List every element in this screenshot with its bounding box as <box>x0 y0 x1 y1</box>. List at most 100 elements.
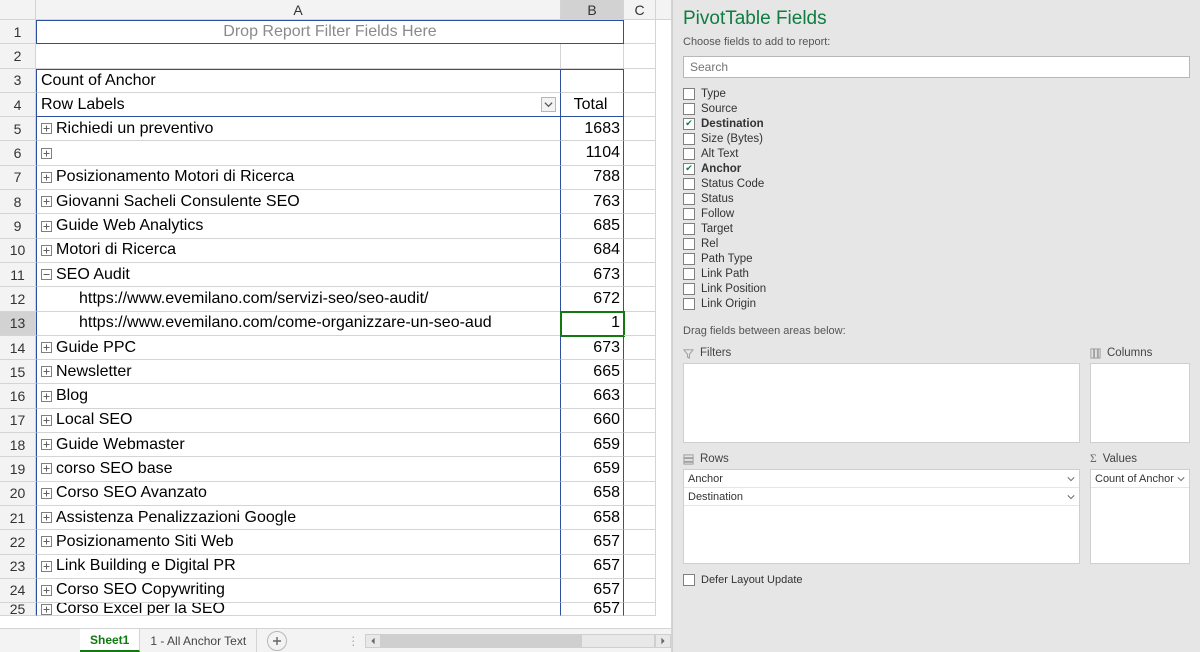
cell[interactable] <box>624 506 656 530</box>
field-checkbox[interactable] <box>683 88 695 100</box>
field-row[interactable]: Target <box>683 221 1190 236</box>
row-header[interactable]: 5 <box>0 117 36 141</box>
row-header[interactable]: 10 <box>0 239 36 263</box>
area-item[interactable]: Anchor <box>684 470 1079 488</box>
row-header[interactable]: 15 <box>0 360 36 384</box>
col-header-c[interactable]: C <box>624 0 656 19</box>
cell[interactable] <box>624 457 656 481</box>
chevron-down-icon[interactable] <box>1067 475 1075 483</box>
sheet-tab[interactable]: 1 - All Anchor Text <box>140 629 257 652</box>
pivot-group-cell[interactable]: Link Building e Digital PR <box>36 555 561 579</box>
row-header[interactable]: 14 <box>0 336 36 360</box>
cell[interactable] <box>624 384 656 408</box>
cell[interactable] <box>624 287 656 311</box>
cell[interactable] <box>624 93 656 117</box>
pivot-value-cell[interactable]: 1104 <box>561 141 624 165</box>
rows-drop-area[interactable]: AnchorDestination <box>683 469 1080 564</box>
field-checkbox[interactable] <box>683 118 695 130</box>
pivot-group-cell[interactable]: Corso SEO Avanzato <box>36 482 561 506</box>
field-checkbox[interactable] <box>683 133 695 145</box>
pivot-group-cell[interactable]: Local SEO <box>36 409 561 433</box>
expand-icon[interactable] <box>41 604 52 615</box>
pivot-child-cell[interactable]: https://www.evemilano.com/servizi-seo/se… <box>36 287 561 311</box>
row-header[interactable]: 18 <box>0 433 36 457</box>
report-filter-drop[interactable]: Drop Report Filter Fields Here <box>36 20 624 44</box>
filters-drop-area[interactable] <box>683 363 1080 443</box>
pivot-value-cell[interactable]: 658 <box>561 482 624 506</box>
cell[interactable] <box>624 69 656 93</box>
row-header[interactable]: 13 <box>0 312 36 336</box>
expand-icon[interactable] <box>41 245 52 256</box>
field-checkbox[interactable] <box>683 253 695 265</box>
pivot-value-cell[interactable]: 657 <box>561 555 624 579</box>
expand-icon[interactable] <box>41 148 52 159</box>
pivot-value-cell[interactable]: 684 <box>561 239 624 263</box>
cell[interactable] <box>624 190 656 214</box>
pivot-value-cell[interactable]: 663 <box>561 384 624 408</box>
pivot-value-cell[interactable]: 685 <box>561 214 624 238</box>
field-checkbox[interactable] <box>683 208 695 220</box>
row-header[interactable]: 6 <box>0 141 36 165</box>
pivot-group-cell[interactable]: Posizionamento Motori di Ricerca <box>36 166 561 190</box>
cell[interactable] <box>624 579 656 603</box>
field-row[interactable]: Rel <box>683 236 1190 251</box>
pivot-value-cell[interactable]: 672 <box>561 287 624 311</box>
row-header[interactable]: 11 <box>0 263 36 287</box>
h-scrollbar-thumb[interactable] <box>382 635 582 647</box>
expand-icon[interactable] <box>41 561 52 572</box>
row-header[interactable]: 9 <box>0 214 36 238</box>
expand-icon[interactable] <box>41 366 52 377</box>
field-row[interactable]: Link Path <box>683 266 1190 281</box>
row-header[interactable]: 19 <box>0 457 36 481</box>
col-header-b[interactable]: B <box>561 0 624 19</box>
cell[interactable] <box>624 360 656 384</box>
row-header[interactable]: 21 <box>0 506 36 530</box>
expand-icon[interactable] <box>41 172 52 183</box>
row-header[interactable]: 23 <box>0 555 36 579</box>
cell[interactable] <box>624 44 656 68</box>
pivot-value-cell[interactable]: 659 <box>561 457 624 481</box>
field-checkbox[interactable] <box>683 193 695 205</box>
field-search-input[interactable] <box>683 56 1190 78</box>
expand-icon[interactable] <box>41 221 52 232</box>
total-header[interactable]: Total <box>561 93 624 117</box>
row-header[interactable]: 2 <box>0 44 36 68</box>
scroll-right-button[interactable] <box>655 634 671 648</box>
row-header[interactable]: 1 <box>0 20 36 44</box>
expand-icon[interactable] <box>41 342 52 353</box>
field-checkbox[interactable] <box>683 298 695 310</box>
expand-icon[interactable] <box>41 123 52 134</box>
sheet-tab[interactable]: Sheet1 <box>80 629 140 652</box>
field-checkbox[interactable] <box>683 148 695 160</box>
expand-icon[interactable] <box>41 512 52 523</box>
cell[interactable] <box>624 409 656 433</box>
cell[interactable] <box>624 141 656 165</box>
h-scrollbar-track[interactable] <box>381 634 655 648</box>
cell[interactable] <box>624 239 656 263</box>
pivot-group-cell[interactable]: Guide Web Analytics <box>36 214 561 238</box>
columns-drop-area[interactable] <box>1090 363 1190 443</box>
pivot-value-cell[interactable]: 660 <box>561 409 624 433</box>
pivot-group-cell[interactable]: Guide PPC <box>36 336 561 360</box>
chevron-down-icon[interactable] <box>1067 493 1075 501</box>
row-labels-dropdown[interactable] <box>541 97 556 112</box>
cell[interactable] <box>624 482 656 506</box>
field-checkbox[interactable] <box>683 103 695 115</box>
pivot-child-cell[interactable]: https://www.evemilano.com/come-organizza… <box>36 312 561 336</box>
cell[interactable] <box>624 214 656 238</box>
pivot-value-cell[interactable]: 659 <box>561 433 624 457</box>
cell[interactable] <box>624 555 656 579</box>
field-row[interactable]: Destination <box>683 116 1190 131</box>
pivot-value-cell[interactable]: 657 <box>561 530 624 554</box>
expand-icon[interactable] <box>41 415 52 426</box>
field-checkbox[interactable] <box>683 178 695 190</box>
expand-icon[interactable] <box>41 391 52 402</box>
pivot-group-cell[interactable]: Newsletter <box>36 360 561 384</box>
pivot-group-cell[interactable]: Corso Excel per la SEO <box>36 603 561 616</box>
col-header-a[interactable]: A <box>36 0 561 19</box>
row-header[interactable]: 25 <box>0 603 36 616</box>
field-checkbox[interactable] <box>683 283 695 295</box>
area-item[interactable]: Destination <box>684 488 1079 506</box>
expand-icon[interactable] <box>41 536 52 547</box>
pivot-value-cell[interactable]: 673 <box>561 336 624 360</box>
